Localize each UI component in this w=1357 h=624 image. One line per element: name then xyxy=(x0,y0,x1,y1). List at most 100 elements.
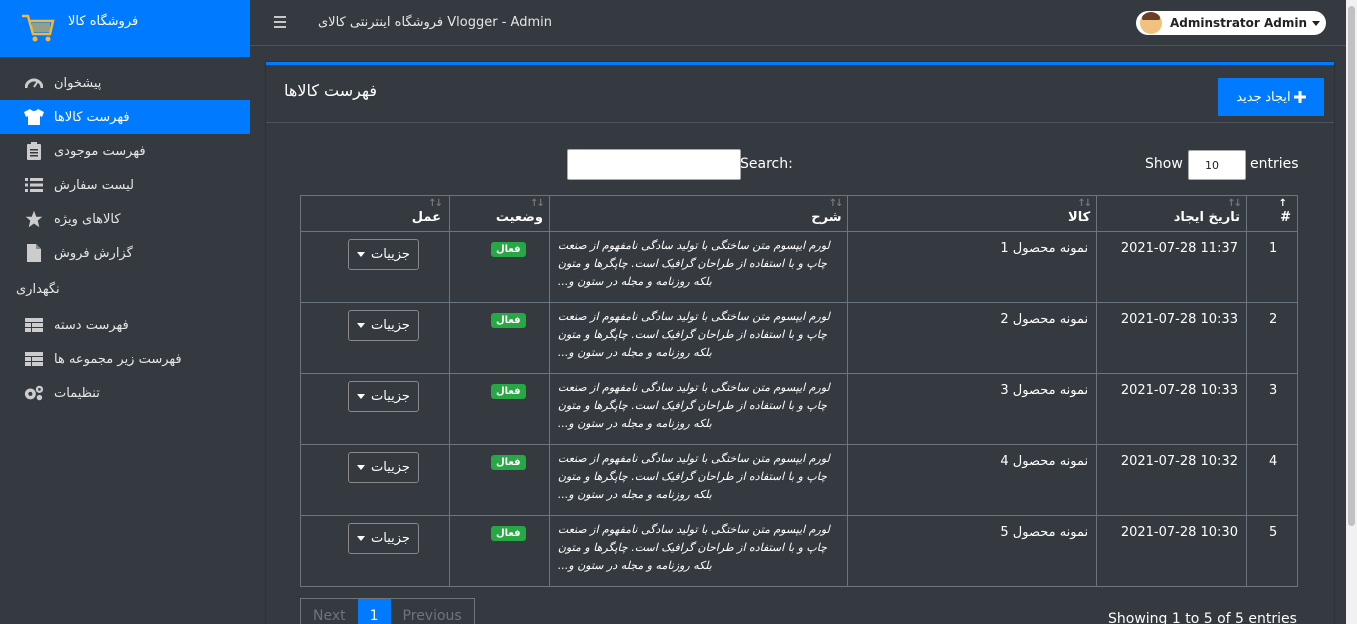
card-header: فهرست کالاها ایجاد جدید xyxy=(266,65,1334,123)
cell-number: 4 xyxy=(1245,444,1299,516)
details-dropdown-button[interactable]: جزییات xyxy=(348,452,419,483)
column-header-product[interactable]: کالا ↑↓ xyxy=(847,195,1098,232)
table-row: جزییات فعال لورم ایپسوم متن ساختگی با تولی… xyxy=(300,515,1299,587)
cell-number: 1 xyxy=(1245,231,1299,303)
table-row: جزییات فعال لورم ایپسوم متن ساختگی با تولی… xyxy=(300,373,1299,445)
clipboard-icon xyxy=(24,141,44,161)
cell-status: فعال xyxy=(448,302,550,374)
user-name: Adminstrator Admin xyxy=(1170,16,1308,30)
sidebar-item-label: فهرست دسته xyxy=(54,317,129,333)
cell-action: جزییات xyxy=(300,231,450,303)
sidebar-item-label: تنظیمات xyxy=(54,385,100,401)
cogs-icon xyxy=(24,383,44,403)
details-dropdown-button[interactable]: جزییات xyxy=(348,310,419,341)
column-header-description[interactable]: شرح ↑↓ xyxy=(548,195,849,232)
column-header-status[interactable]: وضعیت ↑↓ xyxy=(448,195,550,232)
sidebar-item-label: فهرست زیر مجموعه ها xyxy=(54,351,182,367)
cell-description: لورم ایپسوم متن ساختگی با تولید سادگی نا… xyxy=(548,444,849,516)
table-row: جزییات فعال لورم ایپسوم متن ساختگی با تولی… xyxy=(300,302,1299,374)
create-label: ایجاد جدید xyxy=(1236,89,1291,104)
page-size-select[interactable]: 10 xyxy=(1188,150,1246,180)
pagination-page-1[interactable]: 1 xyxy=(357,599,391,624)
caret-down-icon xyxy=(357,252,366,257)
pagination: Next 1 Previous xyxy=(300,598,475,624)
cell-number: 3 xyxy=(1245,373,1299,445)
status-badge: فعال xyxy=(490,313,526,328)
sidebar-item-categories[interactable]: فهرست دسته xyxy=(0,308,250,342)
cell-product: نمونه محصول 1 xyxy=(847,231,1098,303)
table-icon xyxy=(24,349,44,369)
cell-status: فعال xyxy=(448,373,550,445)
sidebar-item-label: فهرست موجودی xyxy=(54,143,146,159)
top-navbar: فروشگاه اینترنتی کالای Vlogger - Admin A… xyxy=(250,0,1346,46)
cell-description: لورم ایپسوم متن ساختگی با تولید سادگی نا… xyxy=(548,302,849,374)
cell-created-date: 2021-07-28 10:33 xyxy=(1096,302,1247,374)
page-title: فروشگاه اینترنتی کالای Vlogger - Admin xyxy=(318,15,552,30)
tshirt-icon xyxy=(24,107,44,127)
brand-link[interactable]: فروشگاه کالا xyxy=(0,0,250,57)
cell-status: فعال xyxy=(448,515,550,587)
card-title: فهرست کالاها xyxy=(284,81,377,100)
sidebar-item-label: کالاهای ویژه xyxy=(54,211,121,227)
sidebar-item-label: گزارش فروش xyxy=(54,245,133,261)
search-label: Search: xyxy=(740,156,793,172)
sidebar-item-inventory[interactable]: فهرست موجودی xyxy=(0,134,250,168)
status-badge: فعال xyxy=(490,242,526,257)
status-badge: فعال xyxy=(490,455,526,470)
cell-description: لورم ایپسوم متن ساختگی با تولید سادگی نا… xyxy=(548,231,849,303)
search-input[interactable] xyxy=(567,149,741,180)
sidebar-item-label: لیست سفارش xyxy=(54,177,134,193)
cell-action: جزییات xyxy=(300,302,450,374)
cell-status: فعال xyxy=(448,231,550,303)
cell-product: نمونه محصول 3 xyxy=(847,373,1098,445)
cell-number: 2 xyxy=(1245,302,1299,374)
cell-created-date: 2021-07-28 11:37 xyxy=(1096,231,1247,303)
cell-created-date: 2021-07-28 10:32 xyxy=(1096,444,1247,516)
sidebar-section-header: نگهداری xyxy=(16,281,60,297)
sidebar-item-sales-report[interactable]: گزارش فروش xyxy=(0,236,250,270)
scrollbar-thumb[interactable] xyxy=(1348,6,1355,526)
column-header-created-date[interactable]: تاریخ ایجاد ↑↓ xyxy=(1096,195,1247,232)
status-badge: فعال xyxy=(490,384,526,399)
sidebar-item-products[interactable]: فهرست کالاها xyxy=(0,100,250,134)
details-dropdown-button[interactable]: جزییات xyxy=(348,381,419,412)
products-card: فهرست کالاها ایجاد جدید Search: Show 10 … xyxy=(266,62,1334,624)
star-icon xyxy=(24,209,44,229)
cell-product: نمونه محصول 2 xyxy=(847,302,1098,374)
cell-action: جزییات xyxy=(300,373,450,445)
cell-status: فعال xyxy=(448,444,550,516)
file-icon xyxy=(24,243,44,263)
entries-label: entries xyxy=(1250,156,1299,172)
details-dropdown-button[interactable]: جزییات xyxy=(348,239,419,270)
cell-action: جزییات xyxy=(300,515,450,587)
avatar xyxy=(1140,12,1162,34)
sidebar-item-settings[interactable]: تنظیمات xyxy=(0,376,250,410)
cell-action: جزییات xyxy=(300,444,450,516)
sidebar-item-dashboard[interactable]: پیشخوان xyxy=(0,66,250,100)
caret-down-icon xyxy=(1312,20,1321,26)
brand-name: فروشگاه کالا xyxy=(68,14,139,29)
sidebar: فروشگاه کالا پیشخوان فهرست کالاها فهرست … xyxy=(0,0,250,624)
table-controls: Search: Show 10 entries xyxy=(266,149,1334,181)
cell-product: نمونه محصول 5 xyxy=(847,515,1098,587)
column-header-number[interactable]: # ↑ xyxy=(1245,195,1299,232)
create-new-button[interactable]: ایجاد جدید xyxy=(1218,78,1324,116)
sidebar-item-featured[interactable]: کالاهای ویژه xyxy=(0,202,250,236)
sidebar-item-label: فهرست کالاها xyxy=(54,109,130,125)
plus-icon xyxy=(1293,91,1306,103)
details-dropdown-button[interactable]: جزییات xyxy=(348,523,419,554)
pagination-previous[interactable]: Previous xyxy=(391,599,474,624)
caret-down-icon xyxy=(357,394,366,399)
sidebar-item-subcategories[interactable]: فهرست زیر مجموعه ها xyxy=(0,342,250,376)
sidebar-item-orders[interactable]: لیست سفارش xyxy=(0,168,250,202)
menu-toggle-icon[interactable] xyxy=(274,16,286,28)
sidebar-item-label: پیشخوان xyxy=(54,75,102,91)
table-info: Showing 1 to 5 of 5 entries xyxy=(1108,611,1297,624)
user-menu[interactable]: Adminstrator Admin xyxy=(1136,11,1326,35)
status-badge: فعال xyxy=(490,526,526,541)
list-icon xyxy=(24,175,44,195)
pagination-next[interactable]: Next xyxy=(301,599,358,624)
page-scrollbar[interactable] xyxy=(1346,0,1357,624)
products-table: عمل ↑↓ وضعیت ↑↓ شرح ↑↓ کالا ↑↓ تاریخ ایجاد ↑↓… xyxy=(300,195,1299,587)
column-header-action[interactable]: عمل ↑↓ xyxy=(300,195,450,232)
